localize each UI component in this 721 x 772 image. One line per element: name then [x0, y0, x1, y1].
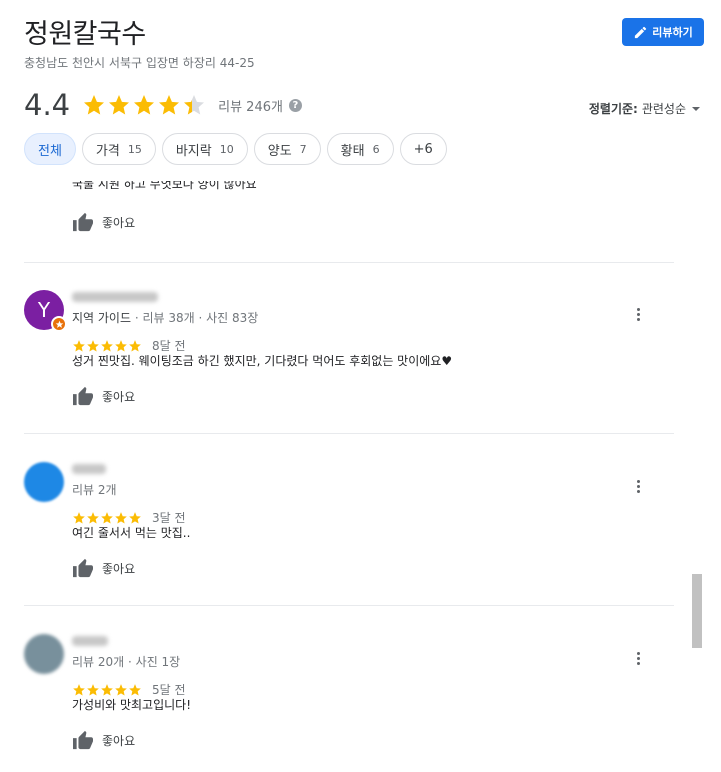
sort-value: 관련성순 [641, 102, 686, 116]
thumbs-up-icon [73, 212, 93, 232]
review-divider [24, 605, 674, 606]
review-text: 가성비와 맛최고입니다! [72, 698, 192, 712]
review-count: 리뷰 246개 [218, 99, 283, 115]
star-icon [115, 511, 127, 524]
like-label: 좋아요 [102, 215, 136, 230]
review-item: Y 지역 가이드 · 리뷰 38개 · 사진 83장 8달 전 성거 찐맛집. … [24, 290, 674, 410]
chip-more[interactable]: +6 [399, 133, 447, 165]
reviewer-meta: 리뷰 20개 · 사진 1장 [72, 653, 180, 670]
star-icon [134, 95, 155, 115]
thumbs-up-icon [73, 558, 93, 578]
partial-review-text: 국물 시원 하고 무엇보다 양이 많아요 [72, 181, 257, 195]
reviewer-name[interactable] [72, 464, 106, 474]
caret-down-icon [692, 106, 700, 111]
rating-summary: 4.4 리뷰 246개 ? 정렬기준: 관련성순 [24, 88, 700, 122]
more-options-icon[interactable] [626, 474, 650, 498]
review-divider [24, 262, 674, 263]
review-stars [72, 511, 142, 525]
review-stars [72, 339, 142, 353]
star-icon [159, 95, 180, 115]
star-icon [101, 511, 113, 524]
chip-pollack[interactable]: 황태 6 [326, 133, 394, 165]
place-title: 정원칼국수 [24, 19, 146, 50]
chip-count: 6 [372, 142, 380, 156]
star-icon [101, 683, 113, 696]
star-icon [73, 511, 85, 524]
sort-dropdown[interactable]: 정렬기준: 관련성순 [589, 100, 700, 117]
star-icon [73, 339, 85, 352]
chip-label: 바지락 [175, 143, 212, 159]
star-icon [129, 339, 141, 352]
pencil-icon [635, 26, 647, 38]
star-icon [87, 339, 99, 352]
place-address: 충청남도 천안시 서북구 입장면 하장리 44-25 [24, 56, 255, 70]
star-icon [129, 511, 141, 524]
reviewer-name[interactable] [72, 292, 158, 302]
like-button[interactable]: 좋아요 [72, 212, 135, 232]
write-review-label: 리뷰하기 [652, 26, 693, 39]
chip-label: +6 [413, 141, 433, 157]
star-icon [115, 339, 127, 352]
sort-label: 정렬기준: [588, 102, 638, 116]
star-icon [84, 95, 105, 115]
chip-label: 양도 [267, 143, 292, 159]
chip-amount[interactable]: 양도 7 [253, 133, 321, 165]
like-label: 좋아요 [102, 389, 136, 404]
reviewer-meta: 지역 가이드 · 리뷰 38개 · 사진 83장 [72, 309, 258, 326]
chip-all[interactable]: 전체 [24, 133, 76, 165]
star-icon [87, 511, 99, 524]
review-item: 리뷰 20개 · 사진 1장 5달 전 가성비와 맛최고입니다! 좋아요 [24, 634, 674, 754]
write-review-button[interactable]: 리뷰하기 [622, 18, 704, 46]
chip-label: 황태 [340, 143, 365, 159]
review-divider [24, 433, 674, 434]
scrollbar-thumb[interactable] [692, 574, 702, 648]
reviewer-stats: 리뷰 2개 [72, 483, 117, 497]
avatar[interactable] [24, 462, 64, 502]
reviewer-name[interactable] [72, 636, 108, 646]
chip-clam[interactable]: 바지락 10 [161, 133, 248, 165]
reviewer-badge-label: 지역 가이드 [72, 311, 132, 325]
help-icon[interactable]: ? [288, 98, 302, 112]
star-icon [101, 339, 113, 352]
star-icon [184, 95, 205, 115]
avatar-letter: Y [37, 298, 51, 322]
chip-label: 가격 [95, 143, 120, 159]
like-button[interactable]: 좋아요 [72, 730, 135, 750]
avatar[interactable] [24, 634, 64, 674]
like-label: 좋아요 [102, 733, 136, 748]
rating-value: 4.4 [24, 88, 71, 122]
review-item: 리뷰 2개 3달 전 여긴 줄서서 먹는 맛집.. 좋아요 [24, 462, 674, 582]
chip-label: 전체 [38, 143, 62, 159]
star-icon [115, 683, 127, 696]
partial-review-text-content: 국물 시원 하고 무엇보다 양이 많아요 [72, 181, 257, 191]
chip-count: 15 [127, 142, 142, 156]
rating-stars [82, 93, 206, 117]
reviewer-stats: · 리뷰 38개 · 사진 83장 [131, 311, 259, 325]
review-text: 성거 찐맛집. 웨이팅조금 하긴 했지만, 기다렸다 먹어도 후회없는 맛이에요… [72, 354, 453, 368]
thumbs-up-icon [73, 730, 93, 750]
chip-count: 10 [219, 142, 234, 156]
filter-chips: 전체 가격 15 바지락 10 양도 7 황태 6 +6 [24, 133, 447, 165]
chip-count: 7 [299, 142, 307, 156]
place-header: 정원칼국수 충청남도 천안시 서북구 입장면 하장리 44-25 리뷰하기 [24, 18, 704, 71]
reviewer-meta: 리뷰 2개 [72, 481, 117, 498]
more-options-icon[interactable] [626, 302, 650, 326]
reviewer-stats: 리뷰 20개 · 사진 1장 [72, 655, 181, 669]
more-options-icon[interactable] [626, 646, 650, 670]
star-icon [87, 683, 99, 696]
like-button[interactable]: 좋아요 [72, 386, 135, 406]
like-button[interactable]: 좋아요 [72, 558, 135, 578]
chip-price[interactable]: 가격 15 [81, 133, 156, 165]
review-stars [72, 683, 142, 697]
star-icon [129, 683, 141, 696]
thumbs-up-icon [73, 386, 93, 406]
star-icon [73, 683, 85, 696]
star-icon [109, 95, 130, 115]
local-guide-badge-icon [51, 316, 67, 332]
review-text: 여긴 줄서서 먹는 맛집.. [72, 526, 191, 540]
like-label: 좋아요 [102, 561, 136, 576]
